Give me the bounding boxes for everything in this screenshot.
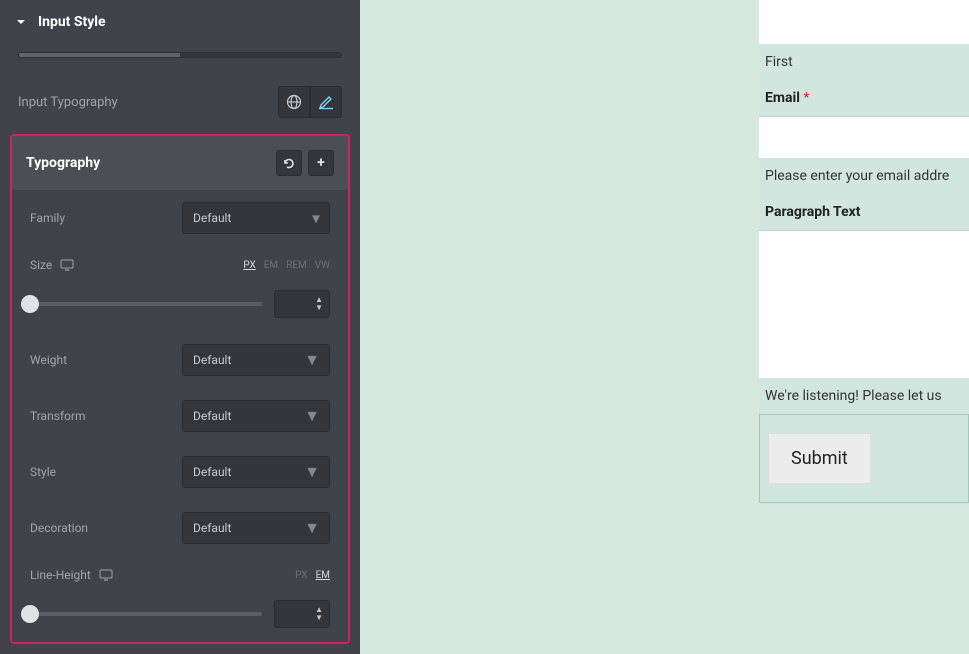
desktop-icon[interactable]: [60, 259, 74, 271]
weight-select[interactable]: Default: [182, 344, 330, 376]
size-number-input[interactable]: ▲▼: [274, 290, 330, 318]
lh-unit-px[interactable]: PX: [295, 570, 307, 581]
family-label: Family: [30, 211, 65, 225]
weight-row: Weight Default ▼: [12, 332, 348, 388]
undo-icon: [282, 156, 296, 170]
family-select-wrap: Default ▾: [182, 202, 330, 234]
reset-button[interactable]: [276, 150, 302, 176]
input-typography-row: Input Typography: [0, 76, 360, 128]
email-input[interactable]: [759, 116, 969, 158]
globe-icon: [286, 94, 302, 110]
typography-title: Typography: [26, 155, 100, 171]
typography-toggle-buttons: [278, 86, 342, 118]
paragraph-label: Paragraph Text: [765, 204, 861, 220]
tab-normal[interactable]: NORMAL: [19, 53, 180, 58]
weight-label: Weight: [30, 353, 67, 367]
lineheight-units: PX EM: [295, 570, 330, 581]
size-row: Size PX EM REM VW: [12, 246, 348, 284]
transform-row: Transform Default ▼: [12, 388, 348, 444]
input-typography-label: Input Typography: [18, 95, 118, 110]
globe-icon-button[interactable]: [278, 86, 310, 118]
pencil-icon-button[interactable]: [310, 86, 342, 118]
family-row: Family Default ▾: [12, 190, 348, 246]
submit-wrap: Submit: [759, 414, 969, 503]
plus-icon: +: [317, 155, 325, 171]
decoration-row: Decoration Default ▼: [12, 500, 348, 556]
transform-label: Transform: [30, 409, 86, 423]
section-header-input-style[interactable]: Input Style: [0, 0, 360, 44]
lineheight-slider[interactable]: [30, 612, 262, 616]
style-select-wrap: Default ▼: [182, 456, 330, 488]
transform-select[interactable]: Default: [182, 400, 330, 432]
style-select[interactable]: Default: [182, 456, 330, 488]
size-slider-thumb[interactable]: [21, 295, 39, 313]
editor-sidebar: Input Style NORMAL ACTIVE Input Typograp…: [0, 0, 360, 654]
lh-unit-em[interactable]: EM: [316, 570, 330, 581]
paragraph-label-row: Paragraph Text: [759, 194, 969, 230]
stepper-icon: ▲▼: [313, 604, 325, 624]
unit-em[interactable]: EM: [264, 260, 278, 271]
decoration-label: Decoration: [30, 521, 88, 535]
size-slider[interactable]: [30, 302, 262, 306]
first-name-label: First: [759, 44, 969, 80]
pencil-icon: [318, 94, 334, 110]
stepper-icon: ▲▼: [313, 294, 325, 314]
typography-header: Typography +: [12, 136, 348, 190]
family-select[interactable]: Default: [182, 202, 330, 234]
preview-canvas: First Email * Please enter your email ad…: [360, 0, 969, 654]
decoration-select-wrap: Default ▼: [182, 512, 330, 544]
state-tabs: NORMAL ACTIVE: [18, 52, 342, 58]
paragraph-textarea[interactable]: [759, 230, 969, 378]
tab-active[interactable]: ACTIVE: [180, 53, 341, 58]
lineheight-number-input[interactable]: ▲▼: [274, 600, 330, 628]
size-label-text: Size: [30, 258, 52, 272]
lineheight-slider-thumb[interactable]: [21, 605, 39, 623]
paragraph-help-text: We're listening! Please let us: [759, 378, 969, 414]
decoration-select[interactable]: Default: [182, 512, 330, 544]
typography-panel: Typography + Family Default ▾: [10, 134, 350, 644]
weight-select-wrap: Default ▼: [182, 344, 330, 376]
form-preview: First Email * Please enter your email ad…: [759, 0, 969, 503]
add-button[interactable]: +: [308, 150, 334, 176]
typography-actions: +: [276, 150, 334, 176]
lineheight-label-text: Line-Height: [30, 568, 91, 582]
lineheight-slider-row: ▲▼: [12, 594, 348, 642]
style-label: Style: [30, 465, 56, 479]
email-label: Email: [765, 90, 800, 106]
style-row: Style Default ▼: [12, 444, 348, 500]
size-units: PX EM REM VW: [243, 260, 330, 271]
section-title: Input Style: [38, 14, 106, 30]
required-asterisk: *: [803, 90, 809, 106]
size-slider-row: ▲▼: [12, 284, 348, 332]
submit-button[interactable]: Submit: [768, 433, 871, 484]
desktop-icon[interactable]: [99, 569, 113, 581]
form-input-band: [759, 0, 969, 44]
transform-select-wrap: Default ▼: [182, 400, 330, 432]
lineheight-label: Line-Height: [30, 568, 113, 582]
unit-vw[interactable]: VW: [315, 260, 330, 271]
caret-down-icon: [16, 17, 26, 27]
unit-rem[interactable]: REM: [286, 260, 307, 271]
email-help-text: Please enter your email addre: [759, 158, 969, 194]
lineheight-row: Line-Height PX EM: [12, 556, 348, 594]
size-label: Size: [30, 258, 74, 272]
unit-px[interactable]: PX: [243, 260, 255, 271]
email-label-row: Email *: [759, 80, 969, 116]
